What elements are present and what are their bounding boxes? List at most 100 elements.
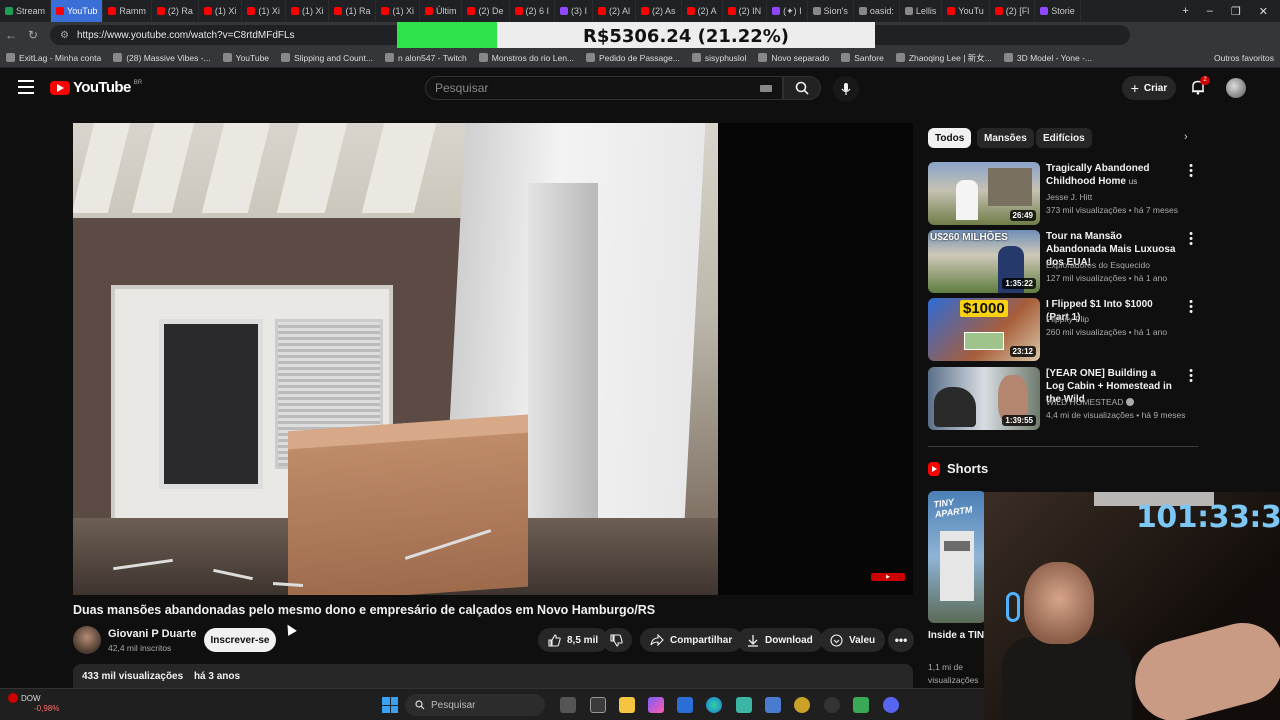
browser-tab[interactable]: (2) Ra xyxy=(152,0,199,22)
file-explorer-icon[interactable] xyxy=(619,697,635,713)
share-button[interactable]: Compartilhar xyxy=(640,628,743,652)
edge-icon[interactable] xyxy=(706,697,722,713)
bookmark-item[interactable]: n alon547 - Twitch xyxy=(379,53,473,63)
browser-tab[interactable]: (2) De xyxy=(462,0,510,22)
search-input[interactable]: Pesquisar xyxy=(425,76,783,100)
bookmark-item[interactable]: Slipping and Count... xyxy=(275,53,379,63)
browser-tab[interactable]: (2) A xyxy=(682,0,723,22)
recommendation-item[interactable]: $1000 23:12 I Flipped $1 Into $1000 (Par… xyxy=(928,297,1198,361)
close-window-icon[interactable]: ✕ xyxy=(1259,5,1268,18)
browser-tab[interactable]: YouTub xyxy=(51,0,104,22)
app-icon[interactable] xyxy=(590,697,606,713)
browser-tab[interactable]: oasid: xyxy=(854,0,900,22)
chip-mansoes[interactable]: Mansões xyxy=(977,128,1034,148)
bookmark-item[interactable]: ExitLag - Minha conta xyxy=(0,53,107,63)
bookmark-item[interactable]: Zhaoqing Lee | 新女... xyxy=(890,52,998,64)
app-icon[interactable] xyxy=(794,697,810,713)
chips-next-icon[interactable]: › xyxy=(1184,131,1188,143)
bookmark-item[interactable]: Monstros do rio Len... xyxy=(473,53,580,63)
video-player[interactable]: ▶ xyxy=(73,123,913,595)
recommendation-item[interactable]: 1:39:55 [YEAR ONE] Building a Log Cabin … xyxy=(928,366,1198,430)
new-tab-icon[interactable]: + xyxy=(1182,5,1188,17)
video-thumbnail[interactable]: U$260 MILHÕES 1:35:22 xyxy=(928,230,1040,293)
short-thumbnail[interactable]: TINY APARTM xyxy=(928,491,986,623)
browser-tab[interactable]: Sion's xyxy=(808,0,854,22)
browser-tab[interactable]: (1) Xi xyxy=(199,0,243,22)
video-thumbnail[interactable]: 1:39:55 xyxy=(928,367,1040,430)
bookmark-item[interactable]: sisyphuslol xyxy=(686,53,753,63)
channel-name[interactable]: Flippity Flip xyxy=(1046,314,1089,324)
browser-tab[interactable]: (1) Ra xyxy=(329,0,377,22)
like-button[interactable]: 8,5 mil xyxy=(538,628,609,652)
channel-name[interactable]: Exploradores do Esquecido xyxy=(1046,260,1150,270)
browser-tab[interactable]: (1) Xi xyxy=(286,0,330,22)
dislike-button[interactable] xyxy=(602,628,632,652)
browser-tab[interactable]: (2) IN xyxy=(723,0,768,22)
browser-tab[interactable]: Ramm xyxy=(103,0,152,22)
short-title[interactable]: Inside a TIN Apartment xyxy=(928,629,986,642)
other-favorites[interactable]: Outros favoritos xyxy=(1208,53,1280,63)
bookmark-item[interactable]: (28) Massive Vibes -... xyxy=(107,53,216,63)
app-icon[interactable] xyxy=(736,697,752,713)
browser-tab[interactable]: Storie xyxy=(1035,0,1081,22)
bookmark-item[interactable]: Novo separado xyxy=(752,53,835,63)
minimize-icon[interactable]: – xyxy=(1207,5,1213,17)
browser-tab[interactable]: (✦) I xyxy=(767,0,808,22)
notifications-button[interactable]: 2 xyxy=(1190,76,1210,97)
browser-tab[interactable]: (2) As xyxy=(636,0,682,22)
app-icon[interactable] xyxy=(853,697,869,713)
app-icon[interactable] xyxy=(765,697,781,713)
browser-tab[interactable]: (1) Xi xyxy=(376,0,420,22)
browser-tab[interactable]: YouTu xyxy=(942,0,990,22)
keyboard-icon[interactable] xyxy=(760,85,772,92)
obs-icon[interactable] xyxy=(824,697,840,713)
channel-name[interactable]: WILD HOMESTEAD xyxy=(1046,397,1135,407)
search-button[interactable] xyxy=(783,76,821,100)
browser-tab[interactable]: (2) [Fl xyxy=(990,0,1036,22)
site-info-icon[interactable]: ⚙ xyxy=(60,30,69,41)
discord-icon[interactable] xyxy=(883,697,899,713)
browser-tab[interactable]: (2) Al xyxy=(593,0,637,22)
more-vertical-icon[interactable]: • • • xyxy=(1186,366,1196,387)
recommendation-item[interactable]: 26:49 Tragically Abandoned Childhood Hom… xyxy=(928,161,1198,225)
browser-tab[interactable]: (2) 6 I xyxy=(510,0,556,22)
recommendation-item[interactable]: U$260 MILHÕES 1:35:22 Tour na Mansão Aba… xyxy=(928,229,1198,293)
reload-icon[interactable]: ↻ xyxy=(22,28,44,42)
bookmark-item[interactable]: Pedido de Passage... xyxy=(580,53,686,63)
windows-start-icon[interactable] xyxy=(382,697,398,713)
browser-tab[interactable]: Últim xyxy=(420,0,463,22)
copilot-icon[interactable] xyxy=(648,697,664,713)
channel-avatar[interactable] xyxy=(73,626,101,654)
maximize-icon[interactable]: ❐ xyxy=(1231,5,1241,18)
taskbar-search[interactable]: Pesquisar xyxy=(405,694,545,716)
task-view-icon[interactable] xyxy=(560,697,576,713)
more-actions-button[interactable]: ••• xyxy=(888,628,914,652)
browser-tab[interactable]: Stream xyxy=(0,0,52,22)
youtube-logo[interactable]: YouTube BR xyxy=(50,79,142,96)
bookmark-item[interactable]: 3D Model - Yone -... xyxy=(998,53,1098,63)
video-thumbnail[interactable]: 26:49 xyxy=(928,162,1040,225)
create-button[interactable]: + Criar xyxy=(1122,76,1176,100)
account-avatar[interactable] xyxy=(1226,78,1246,98)
bookmark-item[interactable]: Sanfore xyxy=(835,53,890,63)
menu-icon[interactable] xyxy=(18,80,34,94)
bookmark-item[interactable]: YouTube xyxy=(217,53,275,63)
store-icon[interactable] xyxy=(677,697,693,713)
thanks-button[interactable]: Valeu xyxy=(820,628,886,652)
subscribe-button[interactable]: Inscrever-se xyxy=(204,628,276,652)
more-vertical-icon[interactable]: • • • xyxy=(1186,161,1196,182)
voice-search-button[interactable] xyxy=(833,76,859,102)
browser-tab[interactable]: (3) I xyxy=(555,0,594,22)
more-vertical-icon[interactable]: • • • xyxy=(1186,229,1196,250)
stock-widget[interactable]: DOW -0,98% xyxy=(8,693,59,714)
browser-tab[interactable]: (1) Xi xyxy=(242,0,286,22)
channel-name[interactable]: Jesse J. Hitt xyxy=(1046,192,1092,202)
browser-tab[interactable]: Lellis xyxy=(900,0,943,22)
back-icon[interactable]: ← xyxy=(0,28,22,42)
channel-name[interactable]: Giovani P Duarte xyxy=(108,628,196,640)
chip-edificios[interactable]: Edifícios xyxy=(1036,128,1092,148)
more-vertical-icon[interactable]: • • • xyxy=(1186,297,1196,318)
chip-todos[interactable]: Todos xyxy=(928,128,972,148)
download-button[interactable]: Download xyxy=(737,628,823,652)
video-thumbnail[interactable]: $1000 23:12 xyxy=(928,298,1040,361)
